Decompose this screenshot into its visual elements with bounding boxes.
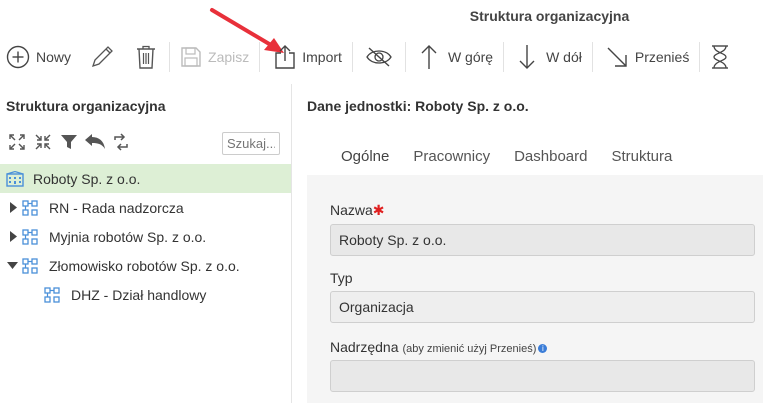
- toolbar-divider: [169, 42, 171, 72]
- toolbar-divider: [503, 42, 505, 72]
- new-button[interactable]: Nowy: [0, 38, 79, 76]
- edit-button[interactable]: [79, 38, 125, 76]
- tree-item[interactable]: DHZ - Dział handlowy: [0, 280, 291, 309]
- expand-all-icon[interactable]: [6, 132, 28, 152]
- toolbar-divider: [351, 42, 353, 72]
- move-to-button-label: Przenieś: [634, 49, 690, 65]
- toolbar-divider: [259, 42, 261, 72]
- move-up-button-label: W górę: [447, 49, 494, 65]
- org-unit-icon: [22, 257, 40, 274]
- plus-circle-icon: [6, 45, 30, 69]
- history-button[interactable]: [702, 38, 738, 76]
- info-icon[interactable]: i: [538, 343, 548, 353]
- tab-employees[interactable]: Pracownicy: [401, 140, 502, 177]
- parent-field-label: Nadrzędna (aby zmienić użyj Przenieś) i: [330, 339, 548, 355]
- tree-item[interactable]: Złomowisko robotów Sp. z o.o.: [0, 251, 291, 280]
- pencil-icon: [91, 46, 113, 68]
- parent-hint: (aby zmienić użyj Przenieś): [402, 343, 537, 355]
- tree-item[interactable]: Roboty Sp. z o.o.: [0, 164, 291, 193]
- details-panel: Dane jednostki: Roboty Sp. z o.o. Ogólne…: [293, 84, 763, 403]
- caret-down-icon[interactable]: [6, 260, 18, 272]
- new-button-label: Nowy: [36, 49, 72, 65]
- collapse-all-icon[interactable]: [32, 132, 54, 152]
- move-to-button[interactable]: Przenieś: [595, 38, 697, 76]
- import-button[interactable]: Import: [262, 38, 350, 76]
- tree-item-label: Roboty Sp. z o.o.: [33, 170, 141, 187]
- general-form: Nazwa✱ Typ Nadrzędna(aby zmienić użyj Pr…: [307, 175, 763, 403]
- arrow-diagonal-icon: [607, 47, 627, 67]
- org-unit-icon: [22, 228, 40, 245]
- org-unit-icon: [22, 199, 40, 216]
- details-title: Dane jednostki: Roboty Sp. z o.o.: [307, 98, 529, 114]
- delete-button[interactable]: [125, 38, 167, 76]
- structure-panel-title: Struktura organizacyjna: [6, 98, 166, 114]
- caret-right-icon[interactable]: [8, 231, 18, 243]
- org-unit-icon: [44, 286, 62, 303]
- type-field[interactable]: [330, 291, 755, 323]
- toolbar-divider: [404, 42, 406, 72]
- move-down-button-label: W dół: [546, 49, 582, 65]
- toolbar-divider: [591, 42, 593, 72]
- org-tree: Roboty Sp. z o.o. RN - Rada nadzorcza My…: [0, 164, 291, 309]
- tab-structure[interactable]: Struktura: [599, 140, 684, 177]
- parent-field[interactable]: [330, 360, 755, 392]
- tree-toolbar: [6, 132, 136, 152]
- type-field-label: Typ: [330, 270, 353, 286]
- floppy-disk-icon: [181, 47, 201, 67]
- tab-dashboard[interactable]: Dashboard: [502, 140, 599, 177]
- tree-item-label: Myjnia robotów Sp. z o.o.: [49, 228, 207, 245]
- tree-item[interactable]: RN - Rada nadzorcza: [0, 193, 291, 222]
- move-down-button[interactable]: W dół: [506, 38, 590, 76]
- save-button-label: Zapisz: [208, 49, 250, 65]
- arrow-up-icon: [421, 45, 437, 69]
- refresh-icon[interactable]: [110, 132, 132, 152]
- tree-item-label: DHZ - Dział handlowy: [71, 286, 207, 303]
- name-field-label: Nazwa✱: [330, 202, 385, 219]
- tree-item[interactable]: Myjnia robotów Sp. z o.o.: [0, 222, 291, 251]
- toolbar: Nowy Zapisz Import W górę W dół Przenieś: [0, 38, 763, 76]
- arrow-down-icon: [519, 45, 535, 69]
- name-label-text: Nazwa: [330, 202, 373, 218]
- tab-general[interactable]: Ogólne: [329, 140, 402, 177]
- filter-icon[interactable]: [58, 132, 80, 152]
- eye-slash-icon: [366, 47, 392, 67]
- toolbar-divider: [699, 42, 701, 72]
- move-up-button[interactable]: W górę: [408, 38, 501, 76]
- undo-icon[interactable]: [84, 132, 106, 152]
- tree-search-input[interactable]: [222, 132, 280, 155]
- import-button-label: Import: [302, 49, 342, 65]
- caret-right-icon[interactable]: [8, 202, 18, 214]
- building-icon: [6, 170, 24, 187]
- required-marker: ✱: [372, 202, 385, 218]
- trash-icon: [137, 45, 156, 69]
- tree-item-label: Złomowisko robotów Sp. z o.o.: [49, 257, 240, 274]
- parent-label-text: Nadrzędna: [330, 339, 399, 355]
- tree-item-label: RN - Rada nadzorcza: [49, 199, 184, 216]
- structure-panel: Struktura organizacyjna Szukaj... Roboty…: [0, 84, 292, 403]
- hourglass-icon: [712, 45, 729, 69]
- name-field[interactable]: [330, 224, 755, 256]
- save-button[interactable]: Zapisz: [172, 38, 257, 76]
- visibility-button[interactable]: [355, 38, 403, 76]
- page-title: Struktura organizacyjna: [469, 8, 630, 24]
- details-tabs: Ogólne Pracownicy Dashboard Struktura: [329, 140, 684, 177]
- upload-icon: [275, 45, 295, 69]
